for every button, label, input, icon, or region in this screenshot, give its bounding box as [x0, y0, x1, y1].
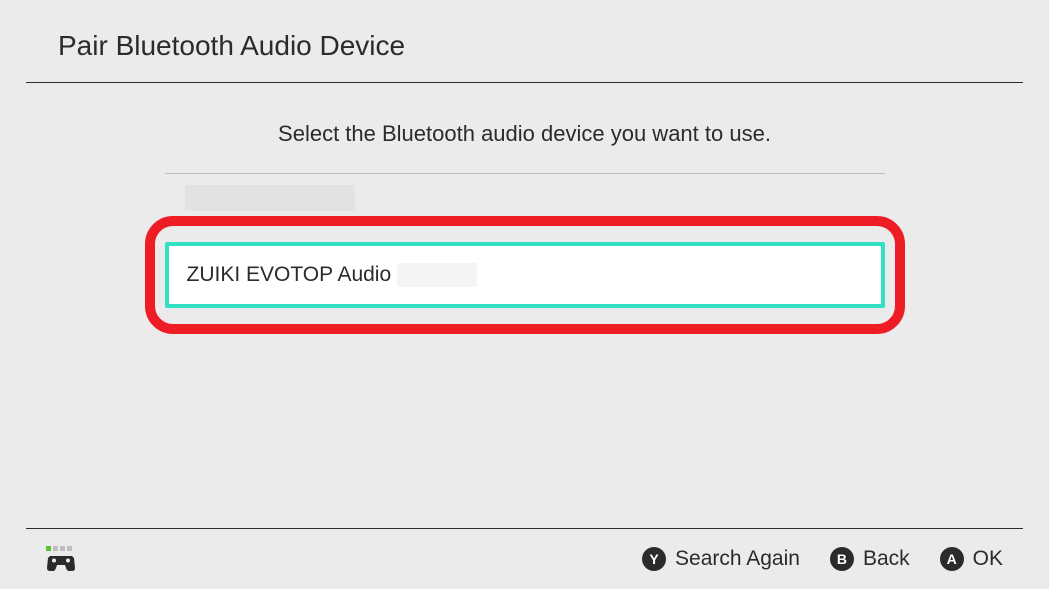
- main-content: Select the Bluetooth audio device you wa…: [0, 121, 1049, 334]
- instruction-text: Select the Bluetooth audio device you wa…: [0, 121, 1049, 147]
- placeholder-block: [185, 185, 355, 211]
- search-again-action[interactable]: Y Search Again: [642, 547, 800, 571]
- ok-action[interactable]: A OK: [940, 547, 1003, 571]
- footer-actions: Y Search Again B Back A OK: [642, 547, 1003, 571]
- page-title: Pair Bluetooth Audio Device: [58, 30, 1049, 62]
- back-action[interactable]: B Back: [830, 547, 910, 571]
- header-divider: [26, 82, 1023, 83]
- a-button-icon: A: [940, 547, 964, 571]
- header: Pair Bluetooth Audio Device: [0, 0, 1049, 82]
- controller-shape-icon: [46, 554, 76, 572]
- device-row-placeholder[interactable]: [165, 174, 885, 222]
- annotation-highlight: ZUIKI EVOTOP Audio: [145, 216, 905, 334]
- device-list: ZUIKI EVOTOP Audio: [165, 173, 885, 334]
- back-label: Back: [863, 547, 910, 571]
- footer: Y Search Again B Back A OK: [0, 528, 1049, 589]
- ok-label: OK: [973, 547, 1003, 571]
- controller-status-dots: [46, 546, 72, 551]
- search-again-label: Search Again: [675, 547, 800, 571]
- device-name: ZUIKI EVOTOP Audio: [187, 263, 392, 287]
- footer-content: Y Search Again B Back A OK: [0, 529, 1049, 589]
- device-row-selected[interactable]: ZUIKI EVOTOP Audio: [165, 242, 885, 308]
- b-button-icon: B: [830, 547, 854, 571]
- controller-icon: [46, 546, 76, 572]
- device-name-mask: [397, 263, 477, 287]
- y-button-icon: Y: [642, 547, 666, 571]
